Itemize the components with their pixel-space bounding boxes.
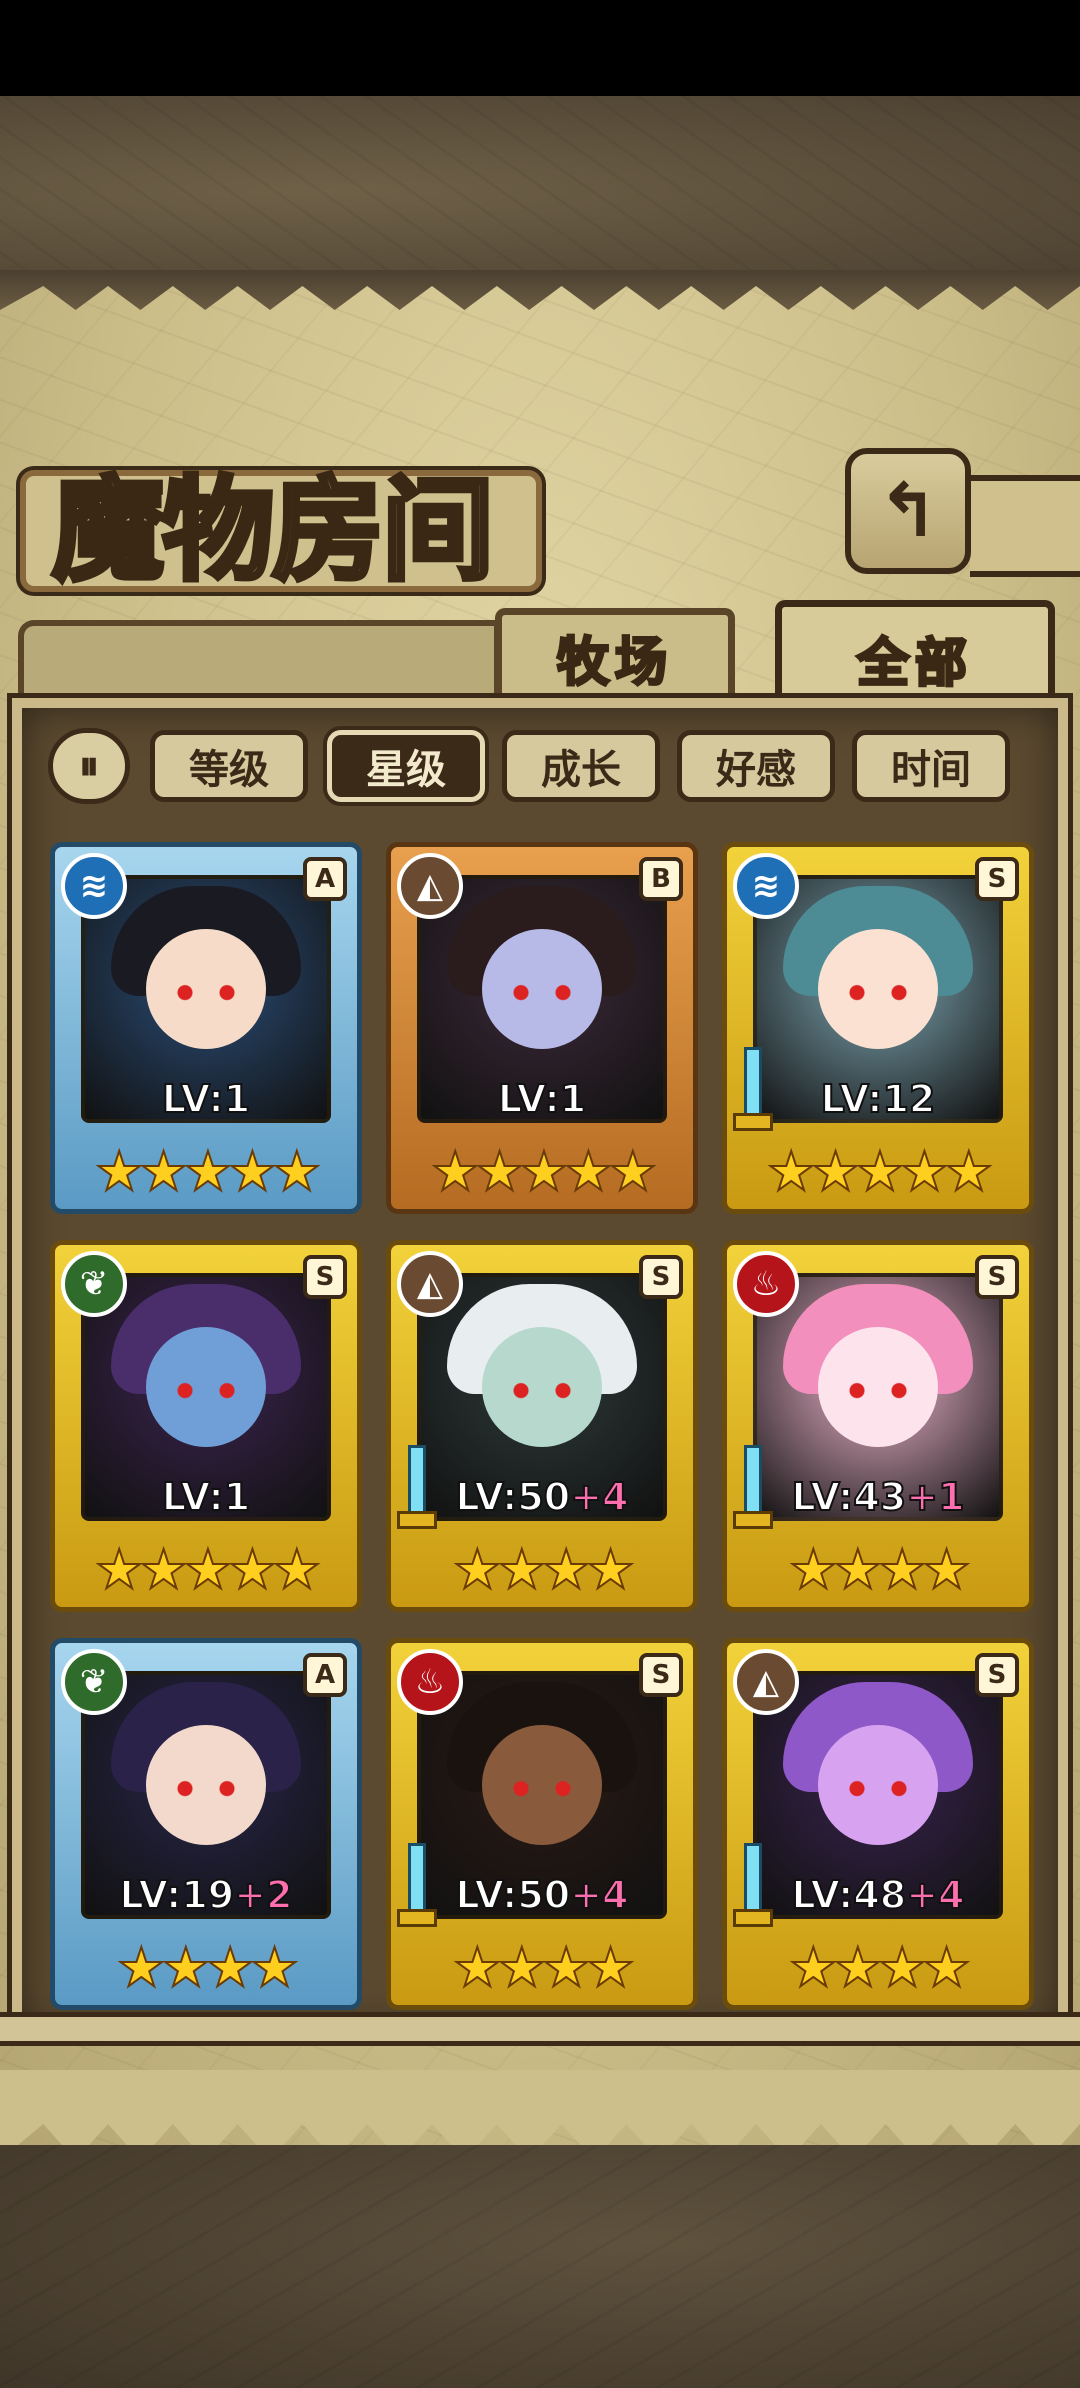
monster-eyes: [507, 1779, 577, 1798]
monster-eyes: [507, 983, 577, 1002]
sort-by-affection-button[interactable]: 好感: [677, 730, 835, 802]
star-rating: ★★★★★: [430, 1140, 658, 1203]
rank-badge: A: [303, 857, 347, 901]
level-bonus: +4: [569, 1872, 629, 1918]
star-rating: ★★★★: [788, 1936, 972, 1999]
sort-order-toggle[interactable]: ⏸: [48, 728, 130, 804]
monster-card[interactable]: ◭ B LV:1 ★★★★★: [386, 842, 698, 1214]
level-label: LV:1: [391, 1076, 693, 1122]
rank-badge: S: [975, 857, 1019, 901]
rank-badge: S: [639, 1255, 683, 1299]
back-arrow-icon: ↰: [876, 468, 939, 554]
monster-card[interactable]: ♨ S LV:50+4 ★★★★: [386, 1638, 698, 2010]
star-rating: ★★★★: [452, 1538, 636, 1601]
monster-eyes: [843, 1779, 913, 1798]
monster-eyes: [507, 1381, 577, 1400]
level-value: LV:50: [454, 1474, 571, 1520]
star-rating: ★★★★★: [94, 1140, 322, 1203]
tab-all[interactable]: 全部: [775, 600, 1055, 710]
rank-badge: A: [303, 1653, 347, 1697]
element-water-icon: ≋: [61, 853, 127, 919]
star-rating: ★★★★★: [766, 1140, 994, 1203]
element-earth-icon: ◭: [733, 1649, 799, 1715]
star-rating: ★★★★: [116, 1936, 300, 1999]
panel-bottom-rail: [0, 2012, 1080, 2046]
monster-eyes: [843, 1381, 913, 1400]
level-value: LV:43: [790, 1474, 907, 1520]
sort-order-icon: ⏸: [79, 743, 99, 789]
element-fire-icon: ♨: [733, 1251, 799, 1317]
star-rating: ★★★★: [452, 1936, 636, 1999]
sort-by-level-button[interactable]: 等级: [150, 730, 308, 802]
monster-card[interactable]: ≋ A LV:1 ★★★★★: [50, 842, 362, 1214]
monster-card[interactable]: ❦ S LV:1 ★★★★★: [50, 1240, 362, 1612]
level-bonus: +4: [905, 1872, 965, 1918]
back-button[interactable]: ↰: [845, 448, 971, 574]
star-rating: ★★★★: [788, 1538, 972, 1601]
monster-eyes: [171, 1381, 241, 1400]
map-background-bottom: [0, 2145, 1080, 2388]
back-rail: [970, 475, 1080, 577]
sort-by-growth-button[interactable]: 成长: [502, 730, 660, 802]
monster-eyes: [171, 983, 241, 1002]
level-value: LV:48: [790, 1872, 907, 1918]
monster-card[interactable]: ◭ S LV:50+4 ★★★★: [386, 1240, 698, 1612]
level-value: LV:19: [118, 1872, 235, 1918]
status-bar: [0, 0, 1080, 96]
tab-ranch[interactable]: 牧场: [495, 608, 735, 700]
level-label: LV:43+1: [727, 1474, 1029, 1520]
level-label: LV:50+4: [391, 1474, 693, 1520]
element-nature-icon: ❦: [61, 1649, 127, 1715]
level-label: LV:1: [55, 1076, 357, 1122]
element-water-icon: ≋: [733, 853, 799, 919]
monster-eyes: [843, 983, 913, 1002]
rank-badge: S: [303, 1255, 347, 1299]
level-value: LV:1: [161, 1076, 251, 1122]
element-nature-icon: ❦: [61, 1251, 127, 1317]
star-rating: ★★★★★: [94, 1538, 322, 1601]
level-bonus: +2: [233, 1872, 293, 1918]
element-fire-icon: ♨: [397, 1649, 463, 1715]
monster-card[interactable]: ≋ S LV:12 ★★★★★: [722, 842, 1034, 1214]
rank-badge: S: [975, 1255, 1019, 1299]
rank-badge: S: [639, 1653, 683, 1697]
level-label: LV:50+4: [391, 1872, 693, 1918]
level-label: LV:19+2: [55, 1872, 357, 1918]
monster-card[interactable]: ❦ A LV:19+2 ★★★★: [50, 1638, 362, 2010]
rank-badge: S: [975, 1653, 1019, 1697]
level-label: LV:1: [55, 1474, 357, 1520]
monster-card[interactable]: ♨ S LV:43+1 ★★★★: [722, 1240, 1034, 1612]
level-value: LV:1: [161, 1474, 251, 1520]
level-value: LV:12: [820, 1076, 937, 1122]
rank-badge: B: [639, 857, 683, 901]
level-value: LV:1: [497, 1076, 587, 1122]
level-label: LV:48+4: [727, 1872, 1029, 1918]
element-earth-icon: ◭: [397, 1251, 463, 1317]
element-earth-icon: ◭: [397, 853, 463, 919]
page-title: 魔物房间: [50, 463, 497, 599]
monster-eyes: [171, 1779, 241, 1798]
monster-card[interactable]: ◭ S LV:48+4 ★★★★: [722, 1638, 1034, 2010]
level-value: LV:50: [454, 1872, 571, 1918]
level-bonus: +4: [569, 1474, 629, 1520]
level-bonus: +1: [905, 1474, 965, 1520]
tab-strip: [18, 620, 500, 706]
sort-by-time-button[interactable]: 时间: [852, 730, 1010, 802]
level-label: LV:12: [727, 1076, 1029, 1122]
sort-by-star-button[interactable]: 星级: [327, 730, 485, 802]
map-background-top: [0, 96, 1080, 286]
